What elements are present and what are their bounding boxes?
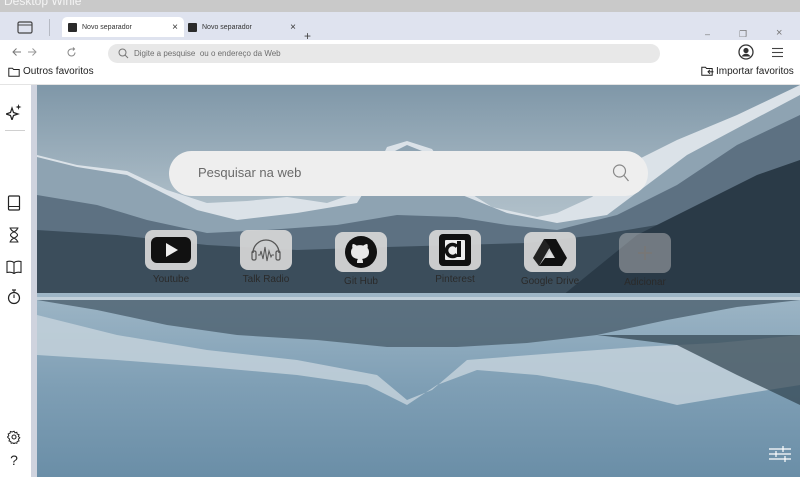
profile-button[interactable]	[738, 44, 754, 60]
add-shortcut-button[interactable]: Adicionar	[605, 233, 685, 288]
reload-button[interactable]	[64, 45, 78, 59]
books-button[interactable]	[5, 258, 23, 276]
plus-icon	[638, 246, 652, 260]
close-window-button[interactable]: ×	[776, 28, 782, 39]
bookmarks-bar: Outros favoritos Importar favoritos	[0, 64, 800, 85]
github-icon	[345, 236, 377, 268]
shortcut-tile[interactable]	[240, 230, 292, 270]
timer-button[interactable]	[5, 288, 23, 306]
os-title-bar: Desktop Winie	[0, 0, 800, 12]
shortcut-label: Adicionar	[624, 277, 666, 288]
shortcut-label: Youtube	[152, 274, 190, 285]
address-bar[interactable]	[108, 44, 660, 63]
import-bookmarks-button[interactable]: Importar favoritos	[701, 66, 794, 77]
tab-strip-divider	[49, 19, 50, 36]
close-tab-icon[interactable]: ×	[287, 22, 299, 33]
shortcut-tile[interactable]	[145, 230, 197, 270]
search-icon	[118, 48, 129, 59]
page-icon	[188, 22, 197, 32]
profile-icon	[738, 44, 754, 60]
close-tab-icon[interactable]: ×	[169, 22, 181, 33]
web-search-box[interactable]	[169, 151, 648, 196]
help-button[interactable]: ?	[5, 451, 23, 469]
search-icon[interactable]	[612, 163, 630, 183]
shortcut-google-drive[interactable]: Google Drive	[510, 232, 590, 287]
back-button[interactable]	[10, 45, 24, 59]
shortcut-github[interactable]: Git Hub	[321, 232, 401, 287]
tab-label: Novo separador	[82, 23, 132, 31]
history-button[interactable]	[5, 226, 23, 244]
book-icon	[7, 195, 21, 211]
minimize-button[interactable]: –	[705, 29, 710, 39]
sidebar: ?	[0, 85, 31, 477]
shortcut-tile[interactable]	[335, 232, 387, 272]
tab-strip: Novo separador × Novo separador × + – ❐ …	[0, 12, 800, 42]
settings-button[interactable]	[5, 428, 23, 446]
reading-list-button[interactable]	[5, 194, 23, 212]
radio-icon	[251, 239, 281, 262]
shortcut-talk-radio[interactable]: Talk Radio	[226, 230, 306, 285]
sliders-icon	[769, 446, 791, 462]
timer-icon	[7, 289, 21, 305]
shortcut-youtube[interactable]: Youtube	[131, 230, 211, 285]
ai-assistant-button[interactable]	[5, 103, 23, 121]
folder-icon	[8, 67, 20, 77]
address-input[interactable]	[134, 49, 634, 58]
shortcut-tile[interactable]	[619, 233, 671, 273]
forward-arrow-icon	[28, 48, 37, 56]
os-title: Desktop Winie	[4, 0, 82, 8]
restore-button[interactable]: ❐	[739, 29, 747, 39]
hourglass-icon	[9, 227, 19, 243]
new-tab-page: Youtube Talk Radio Git Hub Pinterest Goo…	[37, 85, 800, 477]
pinterest-icon	[439, 234, 471, 266]
tab-label: Novo separador	[202, 23, 252, 31]
web-search-input[interactable]	[198, 165, 588, 180]
reload-icon	[67, 46, 75, 56]
shortcut-pinterest[interactable]: Pinterest	[415, 230, 495, 285]
window-icon[interactable]	[16, 18, 34, 36]
google-drive-icon	[533, 239, 567, 266]
shortcut-label: Google Drive	[520, 276, 580, 287]
tab-2[interactable]: Novo separador ×	[182, 17, 302, 37]
page-icon	[68, 22, 77, 32]
back-arrow-icon	[12, 48, 21, 56]
shortcut-label: Pinterest	[435, 274, 475, 285]
menu-icon	[771, 47, 783, 57]
shortcut-tile[interactable]	[524, 232, 576, 272]
menu-button[interactable]	[770, 45, 784, 59]
bookmark-folder-outros[interactable]: Outros favoritos	[8, 66, 94, 77]
forward-button[interactable]	[25, 45, 39, 59]
shortcut-label: Git Hub	[344, 276, 378, 287]
import-bookmarks-label: Importar favoritos	[716, 66, 794, 77]
folder-import-icon	[701, 66, 714, 76]
bookmark-folder-label: Outros favoritos	[23, 66, 94, 77]
customize-page-button[interactable]	[768, 445, 792, 463]
sparkle-icon	[6, 104, 22, 120]
sidebar-divider	[5, 130, 25, 131]
open-book-icon	[6, 260, 22, 274]
youtube-icon	[151, 237, 191, 263]
navigation-bar	[0, 40, 800, 64]
gear-icon	[7, 430, 21, 444]
shortcut-tile[interactable]	[429, 230, 481, 270]
tab-1[interactable]: Novo separador ×	[62, 17, 184, 37]
shortcut-label: Talk Radio	[242, 274, 290, 285]
